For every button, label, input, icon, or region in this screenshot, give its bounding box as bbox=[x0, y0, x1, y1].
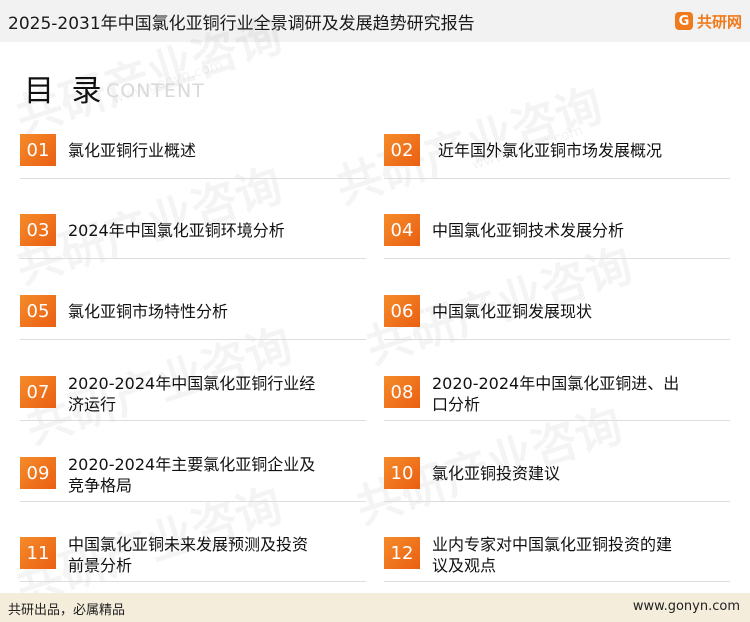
item-number: 12 bbox=[384, 537, 420, 569]
header-bar: 2025-2031年中国氯化亚铜行业全景调研及发展趋势研究报告 G 共研网 bbox=[0, 0, 750, 42]
item-title: 近年国外氯化亚铜市场发展概况 bbox=[438, 141, 663, 160]
item-title: 2024年中国氯化亚铜环境分析 bbox=[68, 221, 285, 240]
divider bbox=[384, 501, 730, 502]
item-number: 07 bbox=[20, 376, 56, 408]
item-number: 10 bbox=[384, 457, 420, 489]
divider bbox=[384, 178, 730, 179]
item-number: 03 bbox=[20, 214, 56, 246]
toc-item[interactable]: 11 中国氯化亚铜未来发展预测及投资 前景分析 bbox=[20, 535, 366, 585]
item-number: 06 bbox=[384, 295, 420, 327]
divider bbox=[384, 339, 730, 340]
item-number: 09 bbox=[20, 457, 56, 489]
divider bbox=[384, 420, 730, 421]
item-number: 05 bbox=[20, 295, 56, 327]
item-title: 中国氯化亚铜技术发展分析 bbox=[432, 221, 625, 240]
divider bbox=[20, 420, 366, 421]
item-number: 04 bbox=[384, 214, 420, 246]
footer-bar: 共研出品，必属精品 www.gonyn.com bbox=[0, 593, 750, 622]
item-number: 08 bbox=[384, 376, 420, 408]
item-number: 02 bbox=[384, 134, 420, 166]
item-title: 氯化亚铜行业概述 bbox=[68, 141, 197, 160]
logo-text: 共研网 bbox=[696, 12, 742, 31]
item-title: 业内专家对中国氯化亚铜投资的建 议及观点 bbox=[432, 535, 673, 575]
toc-item[interactable]: 12 业内专家对中国氯化亚铜投资的建 议及观点 bbox=[384, 535, 730, 585]
toc-item[interactable]: 05 氯化亚铜市场特性分析 bbox=[20, 295, 366, 343]
footer-slogan: 共研出品，必属精品 bbox=[8, 603, 126, 618]
toc-heading: 目 录 bbox=[24, 74, 106, 109]
report-title: 2025-2031年中国氯化亚铜行业全景调研及发展趋势研究报告 bbox=[8, 14, 475, 34]
item-title: 氯化亚铜市场特性分析 bbox=[68, 302, 229, 321]
toc-item[interactable]: 02 近年国外氯化亚铜市场发展概况 bbox=[384, 134, 730, 182]
toc-item[interactable]: 09 2020-2024年主要氯化亚铜企业及 竞争格局 bbox=[20, 455, 366, 505]
brand-logo[interactable]: G 共研网 bbox=[674, 9, 742, 33]
divider bbox=[20, 581, 366, 582]
divider bbox=[20, 178, 366, 179]
item-title: 氯化亚铜投资建议 bbox=[432, 464, 561, 483]
divider bbox=[20, 339, 366, 340]
item-title: 2020-2024年中国氯化亚铜行业经 济运行 bbox=[68, 374, 316, 414]
toc-item[interactable]: 08 2020-2024年中国氯化亚铜进、出 口分析 bbox=[384, 374, 730, 424]
footer-url[interactable]: www.gonyn.com bbox=[633, 599, 740, 614]
toc-subheading: CONTENT bbox=[106, 80, 205, 102]
item-number: 11 bbox=[20, 537, 56, 569]
toc-item[interactable]: 01 氯化亚铜行业概述 bbox=[20, 134, 366, 182]
toc-item[interactable]: 10 氯化亚铜投资建议 bbox=[384, 457, 730, 505]
toc-item[interactable]: 03 2024年中国氯化亚铜环境分析 bbox=[20, 214, 366, 262]
divider bbox=[384, 581, 730, 582]
logo-icon: G bbox=[674, 12, 693, 30]
item-number: 01 bbox=[20, 134, 56, 166]
item-title: 2020-2024年主要氯化亚铜企业及 竞争格局 bbox=[68, 455, 316, 495]
toc-item[interactable]: 07 2020-2024年中国氯化亚铜行业经 济运行 bbox=[20, 374, 366, 424]
item-title: 中国氯化亚铜未来发展预测及投资 前景分析 bbox=[68, 535, 309, 575]
item-title: 2020-2024年中国氯化亚铜进、出 口分析 bbox=[432, 374, 680, 414]
toc-item[interactable]: 06 中国氯化亚铜发展现状 bbox=[384, 295, 730, 343]
divider bbox=[384, 258, 730, 259]
toc-item[interactable]: 04 中国氯化亚铜技术发展分析 bbox=[384, 214, 730, 262]
item-title: 中国氯化亚铜发展现状 bbox=[432, 302, 593, 321]
divider bbox=[20, 258, 366, 259]
divider bbox=[20, 501, 366, 502]
